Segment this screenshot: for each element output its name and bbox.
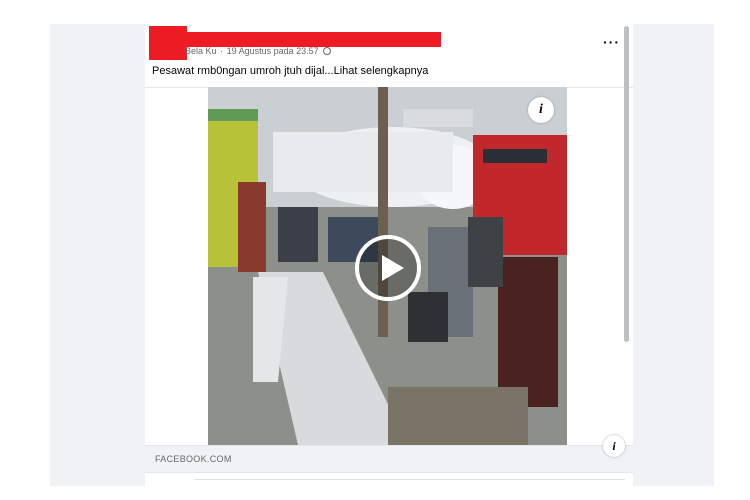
more-options-icon[interactable]: ··· <box>603 35 620 49</box>
page: Bela Ku · 19 Agustus pada 23.57 ··· Pesa… <box>0 0 750 500</box>
author-name[interactable]: Bela Ku <box>185 46 217 56</box>
post-timestamp[interactable]: 19 Agustus pada 23.57 <box>227 46 319 56</box>
play-icon[interactable] <box>355 235 421 301</box>
globe-icon <box>323 47 332 55</box>
info-icon[interactable]: i <box>528 97 554 123</box>
redaction-block <box>149 26 187 60</box>
post-card: Bela Ku · 19 Agustus pada 23.57 ··· Pesa… <box>145 24 633 486</box>
scrollbar-thumb[interactable] <box>624 26 629 342</box>
link-info-icon[interactable]: i <box>603 435 625 457</box>
redaction-bar <box>185 32 441 47</box>
link-domain: FACEBOOK.COM <box>155 454 232 464</box>
post-caption[interactable]: Pesawat rmb0ngan umroh jtuh dijal...Liha… <box>152 65 428 77</box>
meta-separator: · <box>220 46 224 56</box>
reaction-bar <box>145 472 633 486</box>
video-player[interactable]: i <box>208 87 567 445</box>
divider <box>195 479 625 480</box>
scrollbar[interactable] <box>623 24 631 486</box>
post-meta: Bela Ku · 19 Agustus pada 23.57 <box>185 46 332 56</box>
